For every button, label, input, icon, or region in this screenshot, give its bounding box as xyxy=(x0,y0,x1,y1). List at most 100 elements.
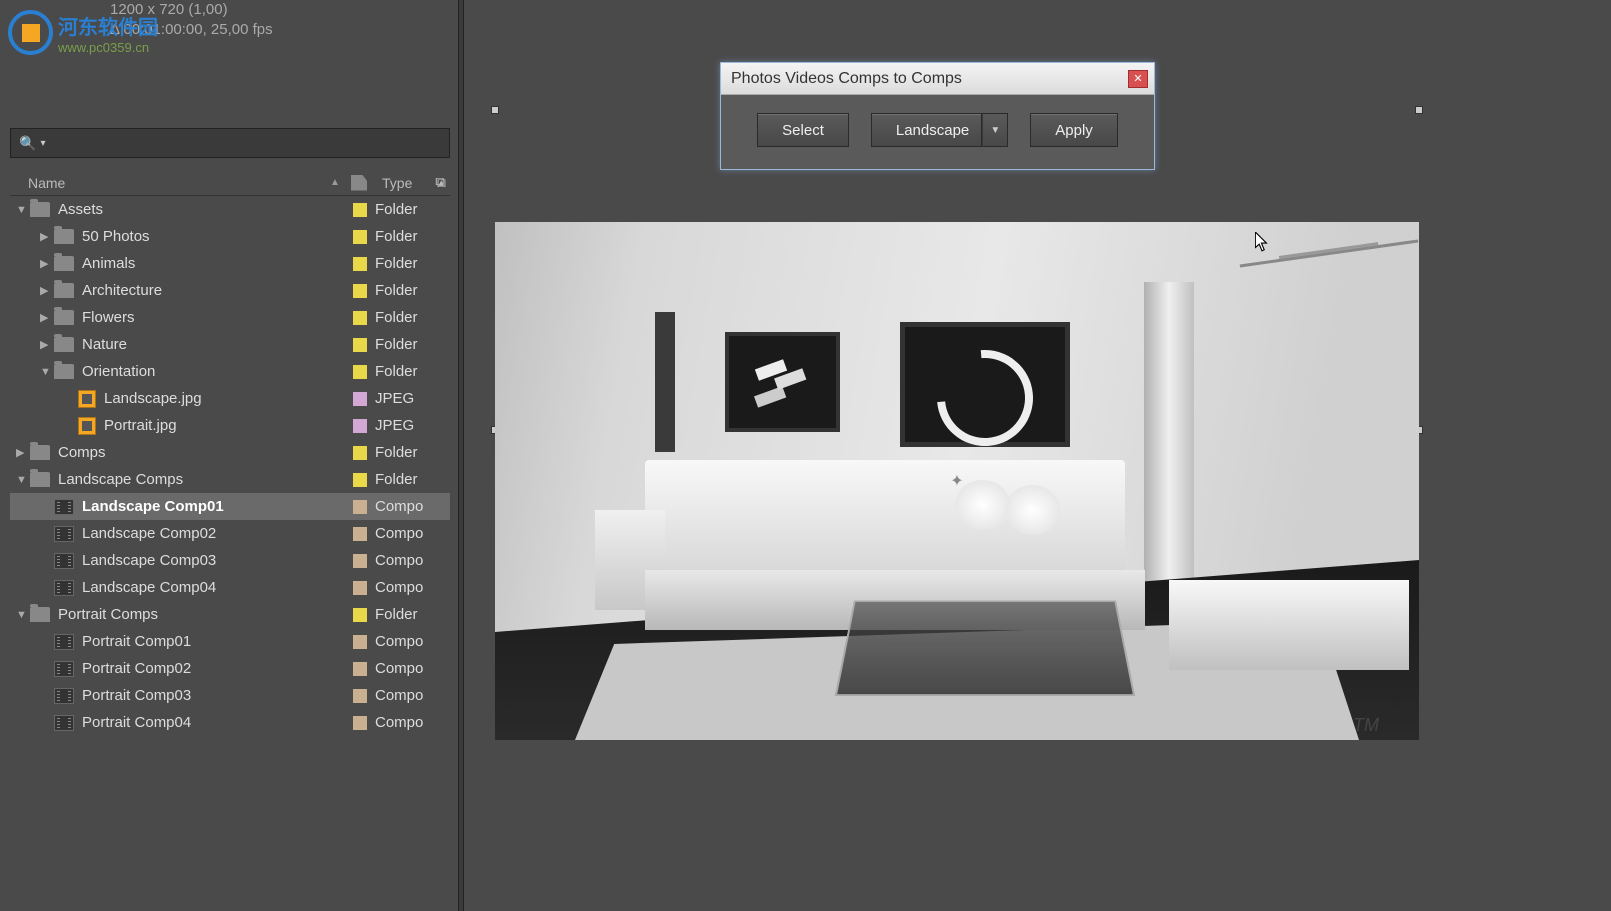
project-item-assets[interactable]: AssetsFolder xyxy=(10,196,450,223)
composition-icon xyxy=(54,526,74,542)
label-color-swatch[interactable] xyxy=(353,608,367,622)
project-item-portrait-comps[interactable]: Portrait CompsFolder xyxy=(10,601,450,628)
sort-indicator-icon[interactable]: ▲ xyxy=(330,177,344,188)
item-name: Portrait.jpg xyxy=(104,417,345,434)
anchor-point-icon: ✦ xyxy=(950,471,963,491)
item-name: Portrait Comp02 xyxy=(82,660,345,677)
item-name: Flowers xyxy=(82,309,345,326)
item-name: Landscape Comps xyxy=(58,471,345,488)
project-item-animals[interactable]: AnimalsFolder xyxy=(10,250,450,277)
label-color-swatch[interactable] xyxy=(353,338,367,352)
label-color-swatch[interactable] xyxy=(353,419,367,433)
project-item-portrait-comp03[interactable]: Portrait Comp03Compo xyxy=(10,682,450,709)
dialog-titlebar[interactable]: Photos Videos Comps to Comps ✕ xyxy=(721,63,1154,95)
dialog-close-button[interactable]: ✕ xyxy=(1128,70,1148,88)
disclosure-triangle-icon[interactable] xyxy=(16,446,30,459)
label-color-swatch[interactable] xyxy=(353,230,367,244)
label-color-swatch[interactable] xyxy=(353,500,367,514)
dropdown-caret-icon[interactable]: ▼ xyxy=(982,113,1008,147)
label-color-swatch[interactable] xyxy=(353,662,367,676)
item-type: Compo xyxy=(375,552,423,569)
project-item-architecture[interactable]: ArchitectureFolder xyxy=(10,277,450,304)
label-color-swatch[interactable] xyxy=(353,554,367,568)
label-color-swatch[interactable] xyxy=(353,689,367,703)
folder-icon xyxy=(30,202,50,217)
wall-panel-left xyxy=(655,312,675,452)
label-color-swatch[interactable] xyxy=(353,311,367,325)
project-search-input[interactable]: 🔍 ▾ xyxy=(10,128,450,158)
transform-handle-tr[interactable] xyxy=(1415,106,1423,114)
composition-viewer[interactable]: ✦ TM xyxy=(495,110,1419,750)
disclosure-triangle-icon[interactable] xyxy=(40,230,54,243)
project-item-landscape-comp04[interactable]: Landscape Comp04Compo xyxy=(10,574,450,601)
project-columns-header: Name ▲ Type xyxy=(10,170,450,196)
label-color-swatch[interactable] xyxy=(353,527,367,541)
project-item-comps[interactable]: Comps Folder xyxy=(10,439,450,466)
project-item-portrait-comp04[interactable]: Portrait Comp04 Compo xyxy=(10,709,450,736)
disclosure-triangle-icon[interactable] xyxy=(16,204,30,216)
label-color-swatch[interactable] xyxy=(353,392,367,406)
item-name: Portrait Comps xyxy=(58,606,345,623)
project-item-landscape-comp03[interactable]: Landscape Comp03Compo xyxy=(10,547,450,574)
panel-resize-handle[interactable] xyxy=(458,0,464,911)
photos-videos-comps-dialog: Photos Videos Comps to Comps ✕ Select La… xyxy=(720,62,1155,170)
label-color-swatch[interactable] xyxy=(353,473,367,487)
watermark-logo-icon xyxy=(8,10,53,55)
disclosure-triangle-icon[interactable] xyxy=(16,609,30,621)
project-item-orientation[interactable]: Orientation Folder xyxy=(10,358,450,385)
apply-button[interactable]: Apply xyxy=(1030,113,1118,147)
label-color-swatch[interactable] xyxy=(353,716,367,730)
item-name: Nature xyxy=(82,336,345,353)
item-name: Portrait Comp01 xyxy=(82,633,345,650)
label-color-swatch[interactable] xyxy=(353,446,367,460)
orientation-dropdown[interactable]: Landscape ▼ xyxy=(871,113,1008,147)
project-tree[interactable]: AssetsFolder⧉50 PhotosFolder▴AnimalsFold… xyxy=(10,196,450,736)
folder-icon xyxy=(30,472,50,487)
item-name: Comps xyxy=(58,444,345,461)
label-color-swatch[interactable] xyxy=(353,257,367,271)
label-color-swatch[interactable] xyxy=(353,284,367,298)
item-name: Portrait Comp04 xyxy=(82,714,345,731)
disclosure-triangle-icon[interactable] xyxy=(40,366,54,378)
item-name: Orientation xyxy=(82,363,345,380)
disclosure-triangle-icon[interactable] xyxy=(40,284,54,297)
composition-icon xyxy=(54,715,74,731)
label-color-swatch[interactable] xyxy=(353,581,367,595)
select-button[interactable]: Select xyxy=(757,113,849,147)
item-type: Folder xyxy=(375,444,418,461)
item-type: Compo xyxy=(375,714,423,731)
item-type: Folder xyxy=(375,363,418,380)
project-item-portrait-comp01[interactable]: Portrait Comp01Compo xyxy=(10,628,450,655)
column-header-label[interactable] xyxy=(344,175,374,191)
item-name: Landscape Comp02 xyxy=(82,525,345,542)
disclosure-triangle-icon[interactable] xyxy=(16,474,30,486)
disclosure-triangle-icon[interactable] xyxy=(40,311,54,324)
composition-icon xyxy=(54,553,74,569)
disclosure-triangle-icon[interactable] xyxy=(40,338,54,351)
project-item-flowers[interactable]: FlowersFolder xyxy=(10,304,450,331)
project-item-landscape-jpg[interactable]: Landscape.jpgJPEG xyxy=(10,385,450,412)
composition-render: ✦ TM xyxy=(495,222,1419,740)
folder-icon xyxy=(54,364,74,379)
label-color-swatch[interactable] xyxy=(353,203,367,217)
project-item-portrait-jpg[interactable]: Portrait.jpg JPEG xyxy=(10,412,450,439)
label-color-swatch[interactable] xyxy=(353,365,367,379)
item-type: Compo xyxy=(375,660,423,677)
disclosure-triangle-icon[interactable] xyxy=(40,257,54,270)
item-type: JPEG xyxy=(375,417,414,434)
orientation-value[interactable]: Landscape xyxy=(871,113,982,147)
project-item-landscape-comp02[interactable]: Landscape Comp02 Compo xyxy=(10,520,450,547)
project-item-nature[interactable]: NatureFolder xyxy=(10,331,450,358)
project-item-landscape-comps[interactable]: Landscape CompsFolder xyxy=(10,466,450,493)
item-type: Compo xyxy=(375,525,423,542)
project-item-portrait-comp02[interactable]: Portrait Comp02 Compo xyxy=(10,655,450,682)
folder-icon xyxy=(30,607,50,622)
project-item-50-photos[interactable]: 50 PhotosFolder xyxy=(10,223,450,250)
dialog-title: Photos Videos Comps to Comps xyxy=(731,70,1128,88)
column-header-name[interactable]: Name xyxy=(10,175,330,191)
search-dropdown-icon[interactable]: ▾ xyxy=(40,138,45,149)
label-color-swatch[interactable] xyxy=(353,635,367,649)
project-item-landscape-comp01[interactable]: Landscape Comp01Compo xyxy=(10,493,450,520)
transform-handle-tl[interactable] xyxy=(491,106,499,114)
scroll-up-icon[interactable]: ▴ xyxy=(438,176,444,189)
